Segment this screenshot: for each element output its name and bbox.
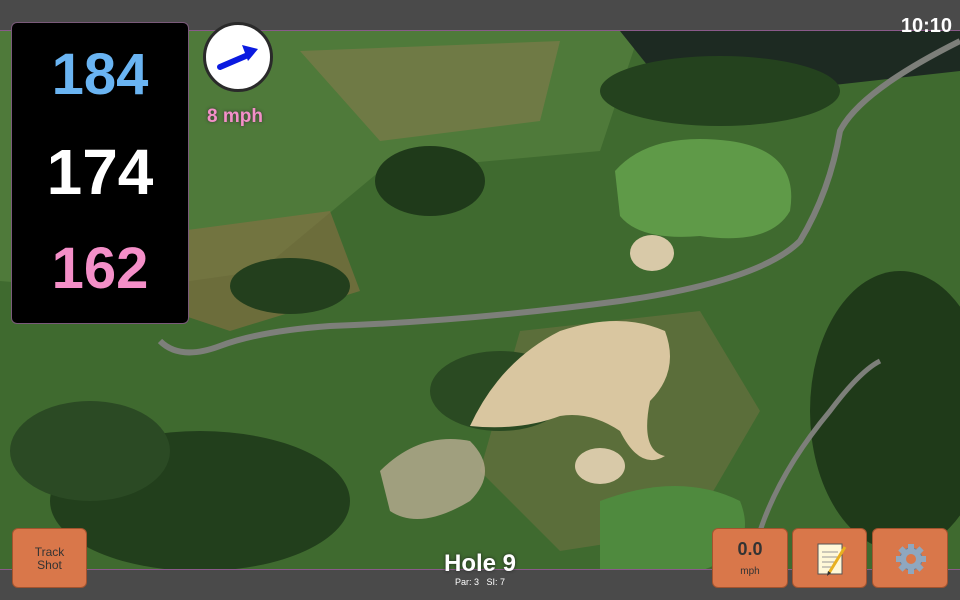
wind-speed-label: 8 mph [207,106,263,127]
middle-of-green-distance: 174 [46,136,154,208]
arrow-right-icon [217,45,258,70]
scorecard-notes-button[interactable] [792,528,867,588]
track-shot-label-line1: Track [34,545,65,559]
speed-button[interactable]: 0.0 mph [712,528,788,588]
settings-button[interactable] [872,528,948,588]
notepad-icon [817,543,847,576]
distance-panel: 184 174 162 [11,22,189,324]
hole-title: Hole 9 [443,550,517,577]
clock: 10:10 [900,15,952,37]
hole-info: Par: 3 SI: 7 [380,577,580,587]
par-label: Par: 3 [454,577,479,587]
speed-value: 0.0 [737,539,763,559]
back-of-green-distance: 184 [51,42,149,107]
front-of-green-distance: 162 [51,236,149,301]
track-shot-label-line2: Shot [37,558,62,572]
track-shot-button[interactable]: Track Shot [12,528,87,588]
wind-indicator [203,22,273,92]
speed-unit: mph [740,566,760,577]
gear-icon [896,544,926,574]
stroke-index-label: SI: 7 [486,577,506,587]
